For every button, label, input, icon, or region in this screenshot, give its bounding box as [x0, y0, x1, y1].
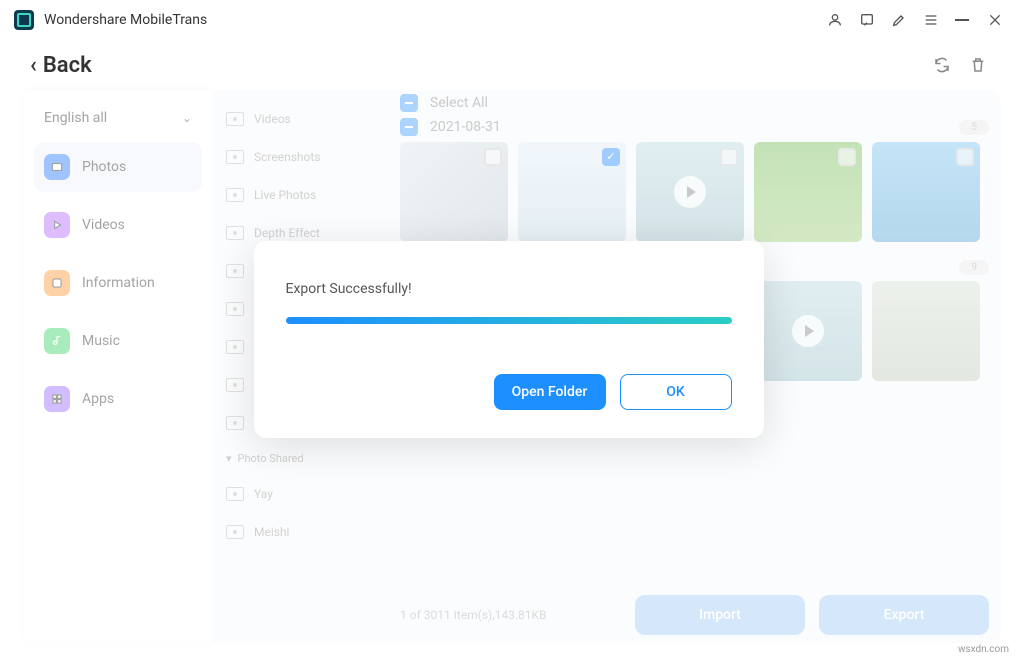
watermark: wsxdn.com — [958, 644, 1009, 655]
modal-message: Export Successfully! — [286, 281, 732, 297]
ok-button[interactable]: OK — [620, 374, 732, 410]
open-folder-button[interactable]: Open Folder — [494, 374, 606, 410]
modal-overlay: Export Successfully! Open Folder OK — [0, 0, 1017, 659]
export-success-dialog: Export Successfully! Open Folder OK — [254, 241, 764, 438]
progress-bar — [286, 317, 732, 324]
